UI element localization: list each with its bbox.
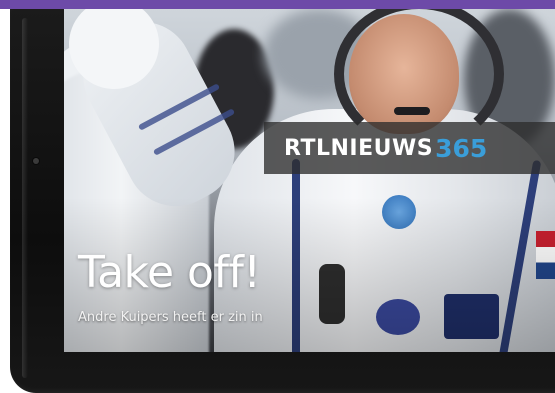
home-button-icon[interactable] bbox=[33, 158, 39, 164]
article-headline[interactable]: Take off! bbox=[78, 247, 261, 298]
tablet-screen[interactable]: RTLNIEUWS 365 Take off! Andre Kuipers he… bbox=[64, 9, 555, 352]
brand-number: 365 bbox=[435, 133, 488, 163]
top-color-band bbox=[0, 0, 555, 9]
brand-bar: RTLNIEUWS 365 bbox=[264, 122, 555, 174]
photo-vignette bbox=[64, 9, 555, 352]
article-subline: Andre Kuipers heeft er zin in bbox=[78, 310, 263, 325]
brand-name: RTLNIEUWS bbox=[284, 135, 434, 161]
bezel-highlight bbox=[22, 18, 28, 378]
